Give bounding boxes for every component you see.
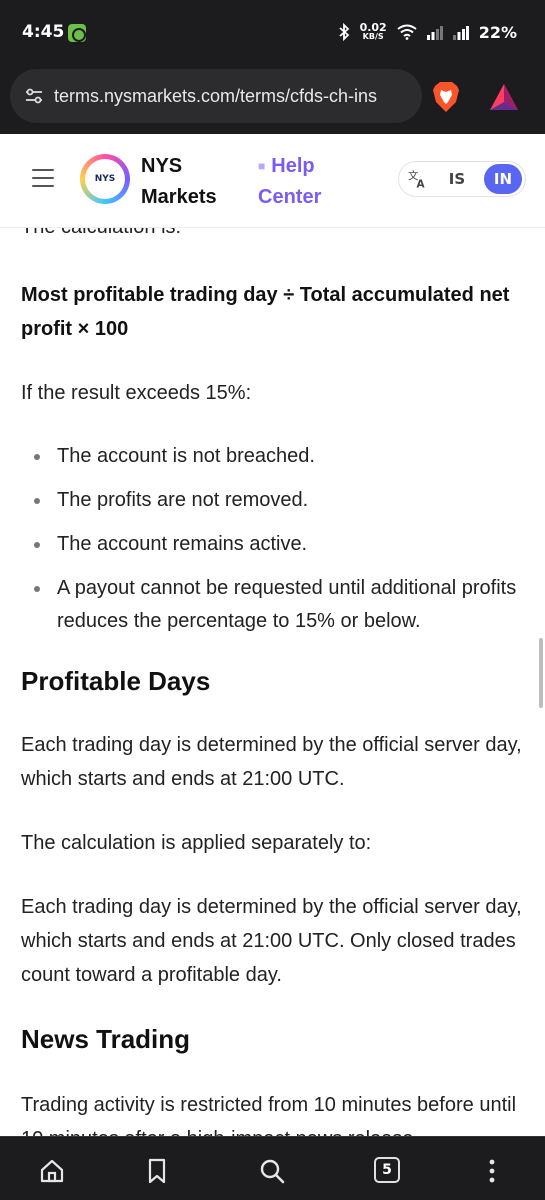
status-bar: 4:45 0.02 KB/S 22% bbox=[0, 0, 545, 62]
paragraph: Each trading day is determined by the of… bbox=[21, 734, 522, 790]
app-notification-icon bbox=[68, 24, 86, 42]
site-header: NYS NYS Markets ■ Help Center 文 A IS IN bbox=[0, 134, 545, 228]
more-icon[interactable] bbox=[478, 1157, 506, 1185]
wifi-icon bbox=[397, 24, 417, 40]
paragraph: The calculation is applied separately to… bbox=[21, 832, 372, 854]
browser-bottom-nav: 5 bbox=[0, 1136, 545, 1200]
separator-dot: ■ bbox=[258, 159, 266, 174]
hamburger-menu-icon[interactable] bbox=[32, 169, 54, 189]
search-icon[interactable] bbox=[258, 1157, 286, 1185]
lang-option-in[interactable]: IN bbox=[483, 164, 523, 194]
paragraph: Each trading day is determined by the of… bbox=[21, 896, 522, 986]
article-content: The calculation is: Most profitable trad… bbox=[0, 228, 545, 1136]
help-center-link[interactable]: ■ Help Center bbox=[258, 151, 358, 213]
signal-icon bbox=[426, 26, 443, 40]
scrollbar-thumb[interactable] bbox=[539, 638, 543, 708]
list-item: The profits are not removed. bbox=[21, 484, 526, 517]
battery-level: 22% bbox=[478, 22, 517, 42]
browser-toolbar: terms.nysmarkets.com/terms/cfds-ch-ins bbox=[0, 62, 545, 134]
rules-list: The account is not breached. The profits… bbox=[21, 440, 526, 638]
list-item: The account remains active. bbox=[21, 528, 526, 561]
tabs-icon[interactable]: 5 bbox=[374, 1157, 400, 1183]
tune-icon[interactable] bbox=[24, 86, 44, 106]
list-item: The account is not breached. bbox=[21, 440, 526, 473]
heading-profitable-days: Profitable Days bbox=[21, 666, 211, 696]
list-item: A payout cannot be requested until addit… bbox=[21, 572, 526, 638]
partial-text: The calculation is: bbox=[21, 228, 526, 240]
status-icons: 0.02 KB/S 22% bbox=[338, 20, 517, 44]
signal-icon bbox=[452, 26, 469, 40]
bluetooth-icon bbox=[338, 23, 349, 41]
url-text[interactable]: terms.nysmarkets.com/terms/cfds-ch-ins bbox=[54, 86, 377, 107]
brave-rewards-icon[interactable] bbox=[488, 82, 520, 112]
paragraph: Trading activity is restricted from 10 m… bbox=[21, 1094, 517, 1136]
status-time: 4:45 bbox=[22, 22, 65, 42]
home-icon[interactable] bbox=[38, 1157, 66, 1185]
brand-name[interactable]: NYS Markets bbox=[141, 151, 241, 213]
url-bar[interactable]: terms.nysmarkets.com/terms/cfds-ch-ins bbox=[10, 69, 422, 123]
brave-shield-icon[interactable] bbox=[430, 80, 462, 114]
exceeds-intro: If the result exceeds 15%: bbox=[21, 382, 252, 404]
lang-option-is[interactable]: IS bbox=[438, 170, 476, 188]
nys-logo[interactable]: NYS bbox=[80, 154, 130, 204]
heading-news-trading: News Trading bbox=[21, 1024, 191, 1054]
language-switcher[interactable]: 文 A IS IN bbox=[398, 161, 526, 197]
formula-text: Most profitable trading day ÷ Total accu… bbox=[21, 284, 510, 340]
translate-icon: 文 A bbox=[408, 169, 426, 190]
bookmark-icon[interactable] bbox=[143, 1157, 171, 1185]
network-speed: 0.02 KB/S bbox=[359, 21, 387, 41]
svg-text:A: A bbox=[417, 179, 426, 190]
